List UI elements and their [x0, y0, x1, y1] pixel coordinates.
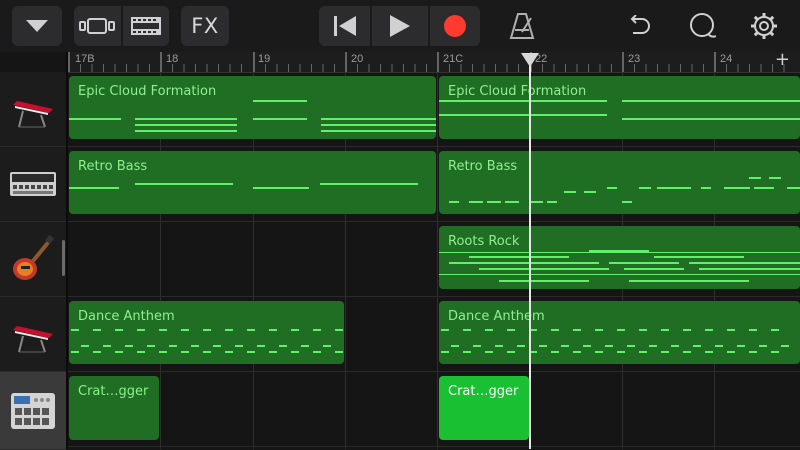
playhead-handle[interactable]	[521, 53, 539, 67]
play-icon	[390, 15, 410, 37]
loop-icon	[690, 13, 716, 38]
mixer-icon	[131, 17, 161, 35]
loop-browser-button[interactable]	[680, 6, 724, 46]
ruler-marker: 20	[351, 53, 364, 65]
control-bar: FX	[0, 0, 800, 52]
region-label: Dance Anthem	[78, 309, 175, 324]
metronome-button[interactable]	[500, 6, 544, 46]
undo-icon	[630, 15, 650, 34]
region-label: Retro Bass	[448, 159, 518, 174]
fx-label: FX	[191, 14, 219, 38]
region-label: Roots Rock	[448, 234, 520, 249]
electric-guitar-icon	[13, 235, 55, 280]
region-retro-bass[interactable]: Retro Bass	[69, 151, 436, 214]
timeline-ruler[interactable]: 17B 18 19 20 21C 22 23 24 +	[68, 49, 800, 73]
playhead[interactable]	[529, 58, 531, 449]
track-lane[interactable]	[68, 372, 800, 447]
tracks-view-icon	[79, 18, 115, 34]
keyboard-icon	[13, 101, 53, 128]
ruler-marker: 21C	[443, 53, 464, 65]
track-header-guitar[interactable]	[0, 222, 66, 297]
region-roots-rock[interactable]: Roots Rock	[439, 226, 800, 289]
play-button[interactable]	[372, 6, 428, 46]
track-header-keyboard[interactable]	[0, 72, 66, 147]
scroll-indicator	[62, 240, 65, 276]
ruler-marker: 19	[258, 53, 271, 65]
region-label: Epic Cloud Formation	[78, 84, 217, 99]
region-label: Epic Cloud Formation	[448, 84, 587, 99]
undo-button[interactable]	[616, 6, 660, 46]
region-label: Retro Bass	[78, 159, 148, 174]
rewind-icon	[333, 16, 356, 36]
beat-sequencer-icon	[11, 392, 55, 429]
ruler-marker: 24	[720, 53, 733, 65]
track-header-keyboard-2[interactable]	[0, 297, 66, 372]
add-section-button[interactable]: +	[775, 49, 790, 70]
region-dance-anthem[interactable]: Dance Anthem	[439, 301, 800, 364]
go-to-beginning-button[interactable]	[319, 6, 370, 46]
region-label: Crat…gger	[78, 384, 149, 399]
settings-button[interactable]	[742, 6, 786, 46]
track-header-bass-synth[interactable]	[0, 147, 66, 222]
metronome-icon	[509, 13, 535, 39]
fx-button[interactable]: FX	[181, 6, 229, 46]
ruler-marker: 18	[166, 53, 179, 65]
region-label: Crat…gger	[448, 384, 519, 399]
record-button[interactable]	[430, 6, 480, 46]
chevron-down-icon	[26, 20, 48, 32]
ruler-marker: 23	[628, 53, 641, 65]
region-epic-cloud-formation[interactable]: Epic Cloud Formation	[69, 76, 436, 139]
region-retro-bass[interactable]: Retro Bass	[439, 151, 800, 214]
browser-menu-button[interactable]	[12, 6, 62, 46]
region-crate-digger-selected[interactable]: Crat…gger	[439, 376, 529, 440]
keyboard-icon	[13, 326, 53, 353]
tracks-view-button[interactable]	[74, 6, 120, 46]
record-icon	[444, 15, 466, 37]
region-crate-digger[interactable]: Crat…gger	[69, 376, 159, 440]
settings-icon	[751, 13, 777, 39]
track-header-beat-sequencer[interactable]	[0, 372, 66, 450]
drum-machine-icon	[10, 172, 56, 196]
region-dance-anthem[interactable]: Dance Anthem	[69, 301, 344, 364]
region-epic-cloud-formation[interactable]: Epic Cloud Formation	[439, 76, 800, 139]
ruler-marker: 17B	[75, 53, 95, 65]
mixer-view-button[interactable]	[123, 6, 169, 46]
